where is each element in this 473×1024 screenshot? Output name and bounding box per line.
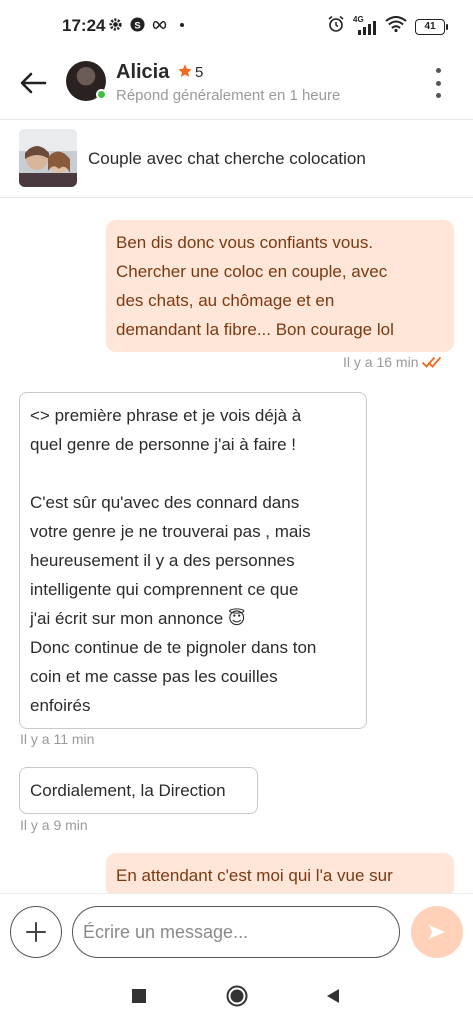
kebab-dot <box>435 68 441 73</box>
message-time: Il y a 9 min <box>20 817 88 833</box>
message-line: Chercher une coloc en couple, avec <box>116 262 388 281</box>
wifi-icon <box>385 16 407 37</box>
back-nav-button[interactable] <box>320 983 346 1009</box>
shazam-icon: S <box>130 17 145 32</box>
battery-icon: 41 <box>415 18 448 35</box>
conversation-header: Alicia 5 Répond généralement en 1 heure <box>0 52 473 118</box>
star-icon <box>177 63 193 84</box>
triangle-back-icon <box>327 989 339 1003</box>
message-line: Ben dis donc vous confiants vous. <box>116 233 374 252</box>
read-ticks-icon <box>422 355 442 371</box>
message-time: Il y a 11 min <box>20 731 95 747</box>
svg-text:S: S <box>134 20 140 30</box>
system-navigation-bar <box>0 969 473 1024</box>
status-right-icons: 4G 41 <box>327 15 448 38</box>
arrow-left-icon <box>20 72 47 94</box>
message-line: <> première phrase et je vois déjà à <box>30 406 302 425</box>
response-time: Répond généralement en 1 heure <box>116 87 341 104</box>
recents-button[interactable] <box>126 983 152 1009</box>
message-line: demandant la fibre... Bon courage lol <box>116 320 394 339</box>
message-line: Donc continue de te pignoler dans ton <box>30 638 317 657</box>
message-line: heureusement il y a des personnes <box>30 551 295 570</box>
message-meta: Il y a 11 min <box>20 731 94 747</box>
message-line: des chats, au chômage et en <box>116 291 335 310</box>
message-meta: Il y a 9 min <box>20 817 88 833</box>
message-bubble-incoming[interactable]: Cordialement, la Direction <box>19 767 258 814</box>
signal-icon: 4G <box>353 15 377 36</box>
message-line: Cordialement, la Direction <box>30 781 226 800</box>
message-line: C'est sûr qu'avec des connard dans <box>30 493 300 512</box>
message-bubble-outgoing[interactable]: Ben dis donc vous confiants vous. Cherch… <box>106 220 454 352</box>
status-time: 17:24 <box>62 16 106 35</box>
add-attachment-button[interactable] <box>10 906 62 958</box>
message-composer <box>0 893 473 969</box>
message-input[interactable] <box>72 906 400 958</box>
listing-card[interactable]: Couple avec chat cherche colocation <box>0 121 473 197</box>
dot-icon <box>174 17 189 32</box>
battery-level: 41 <box>424 20 436 32</box>
message-line: coin et me casse pas les couilles <box>30 667 278 686</box>
square-icon <box>132 989 146 1003</box>
rating-value: 5 <box>195 64 204 81</box>
contact-name[interactable]: Alicia <box>116 61 169 84</box>
message-line: intelligente qui comprennent ce que <box>30 580 299 599</box>
message-line: j'ai écrit sur mon annonce 😇 <box>30 609 246 628</box>
message-bubble-incoming[interactable]: <> première phrase et je vois déjà à que… <box>19 392 367 729</box>
header-divider <box>0 119 473 120</box>
message-line: En attendant c'est moi qui l'a vue sur <box>116 866 393 885</box>
kebab-dot <box>435 80 441 86</box>
status-left-icons: S <box>108 17 189 32</box>
alarm-icon <box>327 15 345 38</box>
back-button[interactable] <box>18 68 52 98</box>
message-meta: Il y a 16 min <box>343 354 442 371</box>
message-list[interactable]: Ben dis donc vous confiants vous. Cherch… <box>0 198 473 893</box>
message-line: votre genre je ne trouverai pas , mais <box>30 522 311 541</box>
infinity-icon <box>152 17 167 32</box>
listing-thumbnail <box>19 129 77 187</box>
more-options-button[interactable] <box>430 68 446 98</box>
status-bar: 17:24 S 4G 41 <box>0 0 473 52</box>
send-icon <box>429 925 445 939</box>
circle-icon <box>226 985 248 1007</box>
message-time: Il y a 16 min <box>343 354 419 370</box>
kebab-dot <box>435 93 441 98</box>
send-button[interactable] <box>411 906 463 958</box>
listing-title: Couple avec chat cherche colocation <box>88 149 366 168</box>
plus-icon <box>26 922 46 942</box>
message-line: quel genre de personne j'ai à faire ! <box>30 435 296 454</box>
home-button[interactable] <box>224 983 250 1009</box>
message-line: enfoirés <box>30 696 91 715</box>
message-bubble-outgoing[interactable]: En attendant c'est moi qui l'a vue sur <box>106 853 454 893</box>
online-indicator <box>96 89 107 100</box>
gear-icon <box>108 17 123 32</box>
